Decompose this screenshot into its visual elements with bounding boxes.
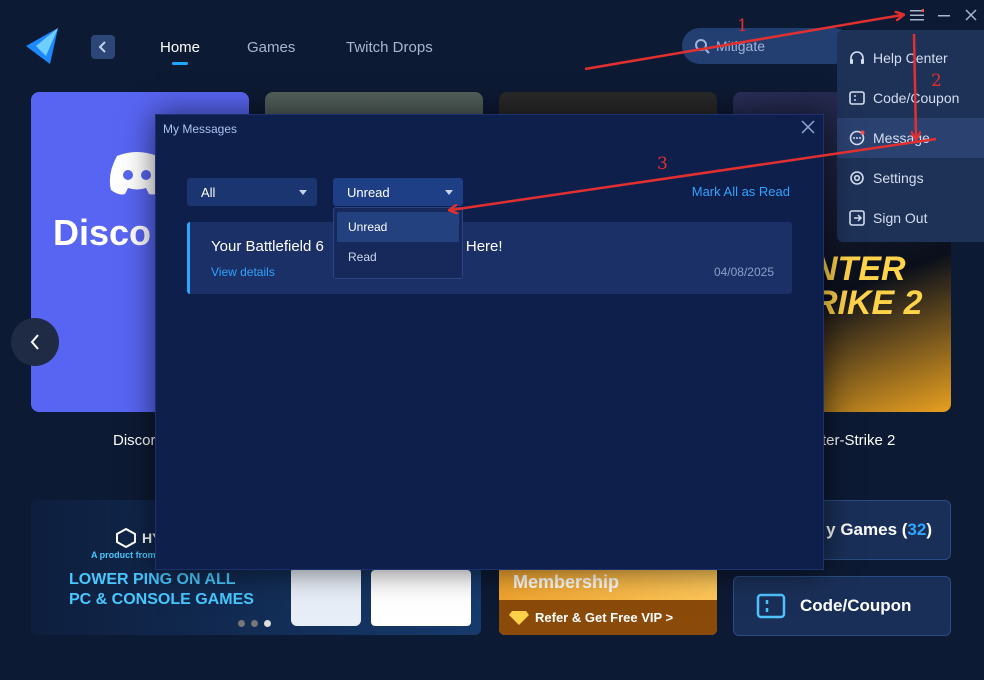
minimize-button[interactable] <box>935 6 953 24</box>
diamond-icon <box>509 610 529 625</box>
status-options-list: Unread Read <box>333 207 463 279</box>
caret-down-icon <box>445 189 453 195</box>
menu-item-message[interactable]: Message <box>837 118 984 158</box>
carousel-prev-button[interactable] <box>11 318 59 366</box>
menu-item-settings[interactable]: Settings <box>837 158 984 198</box>
my-messages-dialog: My Messages All Unread Mark All as Read … <box>155 114 824 570</box>
annotation-step-3: 3 <box>657 154 668 174</box>
search-input[interactable] <box>716 38 826 54</box>
ping-headline: LOWER PING ON ALL PC & CONSOLE GAMES <box>69 571 254 608</box>
app-logo-icon <box>26 28 58 64</box>
back-button[interactable] <box>91 35 115 59</box>
card-label-cs2: ter-Strike 2 <box>822 432 896 449</box>
hy-sub: A product from <box>91 550 156 560</box>
dialog-title: My Messages <box>163 122 238 136</box>
minimize-icon <box>938 15 950 17</box>
active-tab-indicator <box>172 62 188 65</box>
tab-games[interactable]: Games <box>247 39 295 56</box>
view-details-link[interactable]: View details <box>211 265 275 279</box>
gear-icon <box>850 171 864 185</box>
annotation-step-1: 1 <box>737 16 748 36</box>
tab-twitch-drops[interactable]: Twitch Drops <box>346 39 433 56</box>
my-games-count: 32 <box>907 520 927 539</box>
chat-bubble-icon <box>849 130 865 146</box>
vip-title: Membership <box>513 572 620 592</box>
search-box[interactable] <box>682 28 852 64</box>
annotation-step-2: 2 <box>931 71 942 91</box>
code-coupon-button[interactable]: Code/Coupon <box>733 576 951 636</box>
dot-3[interactable] <box>264 620 271 627</box>
message-date: 04/08/2025 <box>713 265 774 279</box>
sign-out-icon <box>849 210 865 226</box>
menu-item-code-coupon[interactable]: Code/Coupon <box>837 78 984 118</box>
status-option-read[interactable]: Read <box>337 242 459 272</box>
search-icon <box>695 39 710 54</box>
main-menu-dropdown: Help Center Code/Coupon Message Settings… <box>837 30 984 242</box>
chevron-left-icon <box>98 41 106 53</box>
cs2-art-text: NTER RIKE 2 <box>813 250 923 322</box>
dialog-close-button[interactable] <box>801 120 819 138</box>
caret-down-icon <box>299 189 307 195</box>
menu-item-sign-out[interactable]: Sign Out <box>837 198 984 238</box>
message-item[interactable]: Your Battlefield 6 is Here! View details … <box>187 222 792 294</box>
status-option-unread[interactable]: Unread <box>337 212 459 242</box>
vip-cta[interactable]: Refer & Get Free VIP > <box>499 600 717 635</box>
chevron-left-icon <box>30 334 39 350</box>
mark-all-read-link[interactable]: Mark All as Read <box>692 184 790 199</box>
hy-logo-icon <box>116 528 136 548</box>
menu-item-help-center[interactable]: Help Center <box>837 38 984 78</box>
headset-icon <box>850 51 864 64</box>
router-device <box>371 570 471 626</box>
tab-home[interactable]: Home <box>160 39 200 56</box>
category-filter-select[interactable]: All <box>187 178 317 206</box>
dot-2[interactable] <box>251 620 258 627</box>
ticket-icon <box>756 593 786 619</box>
router-image <box>291 566 361 626</box>
card-label-discord: Discor <box>113 432 156 449</box>
close-window-button[interactable] <box>962 6 980 24</box>
menu-button[interactable] <box>908 6 926 24</box>
banner-pagination <box>238 620 271 627</box>
close-icon <box>965 9 977 21</box>
ticket-icon <box>849 91 865 105</box>
dot-1[interactable] <box>238 620 245 627</box>
hamburger-menu-icon <box>910 9 924 21</box>
discord-wordmark: Disco <box>53 212 152 253</box>
status-filter-select[interactable]: Unread <box>333 178 463 206</box>
close-icon <box>801 120 815 134</box>
